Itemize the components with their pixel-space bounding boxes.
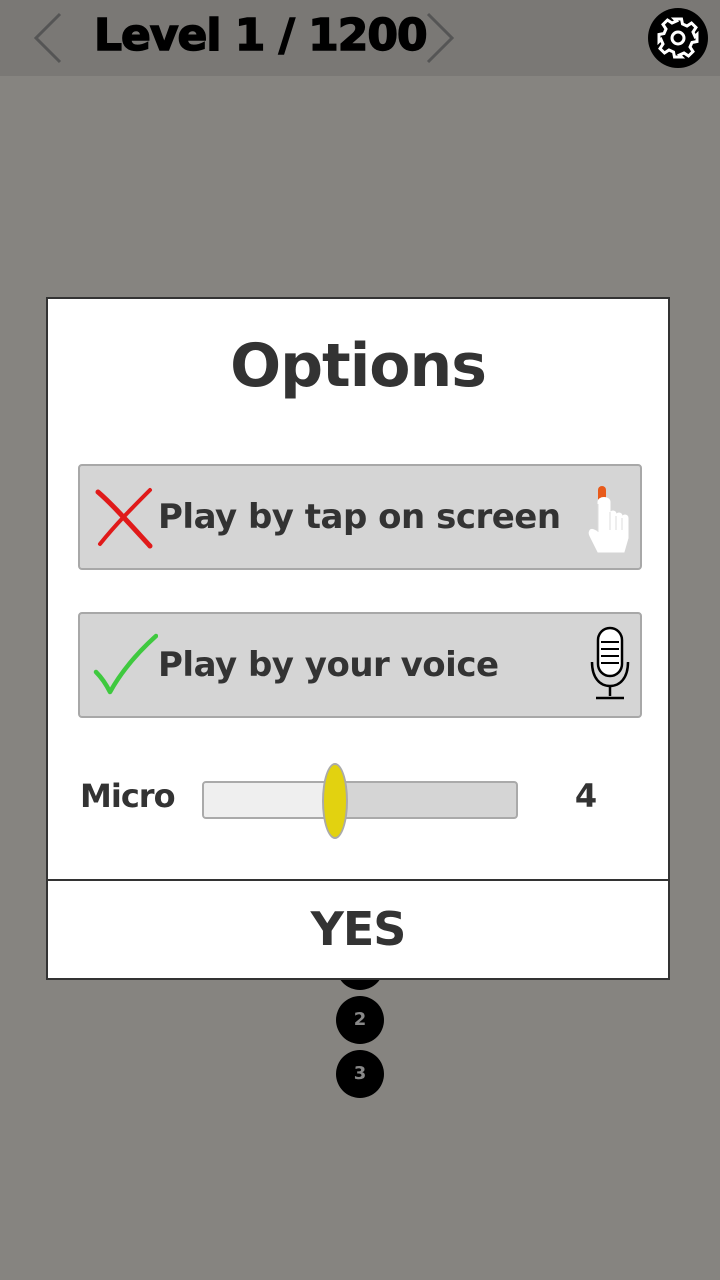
level-circle-3[interactable]: 3	[336, 1050, 384, 1098]
chevron-left-icon[interactable]	[28, 10, 68, 66]
voice-mode-label: Play by your voice	[158, 645, 499, 685]
slider-fill	[204, 783, 337, 817]
yes-button[interactable]: YES	[48, 881, 668, 978]
dialog-title: Options	[230, 331, 487, 401]
top-bar: Level 1 / 1200	[0, 0, 720, 76]
voice-mode-button[interactable]: Play by your voice	[78, 612, 642, 718]
tap-hand-icon	[584, 474, 636, 560]
microphone-icon	[584, 622, 636, 708]
chevron-right-icon[interactable]	[420, 10, 460, 66]
options-dialog: Options Play by tap on screen Play by yo…	[46, 297, 670, 980]
settings-button[interactable]	[648, 8, 708, 68]
tap-mode-button[interactable]: Play by tap on screen	[78, 464, 642, 570]
tap-mode-label: Play by tap on screen	[158, 497, 561, 537]
slider-knob[interactable]	[321, 763, 348, 839]
level-title: Level 1 / 1200	[93, 9, 428, 62]
gear-icon	[657, 17, 699, 59]
micro-slider[interactable]	[202, 781, 518, 819]
check-icon	[92, 632, 158, 698]
micro-value: 4	[574, 777, 598, 815]
micro-label: Micro	[80, 777, 176, 815]
level-circle-2[interactable]: 2	[336, 996, 384, 1044]
cross-icon	[92, 484, 158, 550]
